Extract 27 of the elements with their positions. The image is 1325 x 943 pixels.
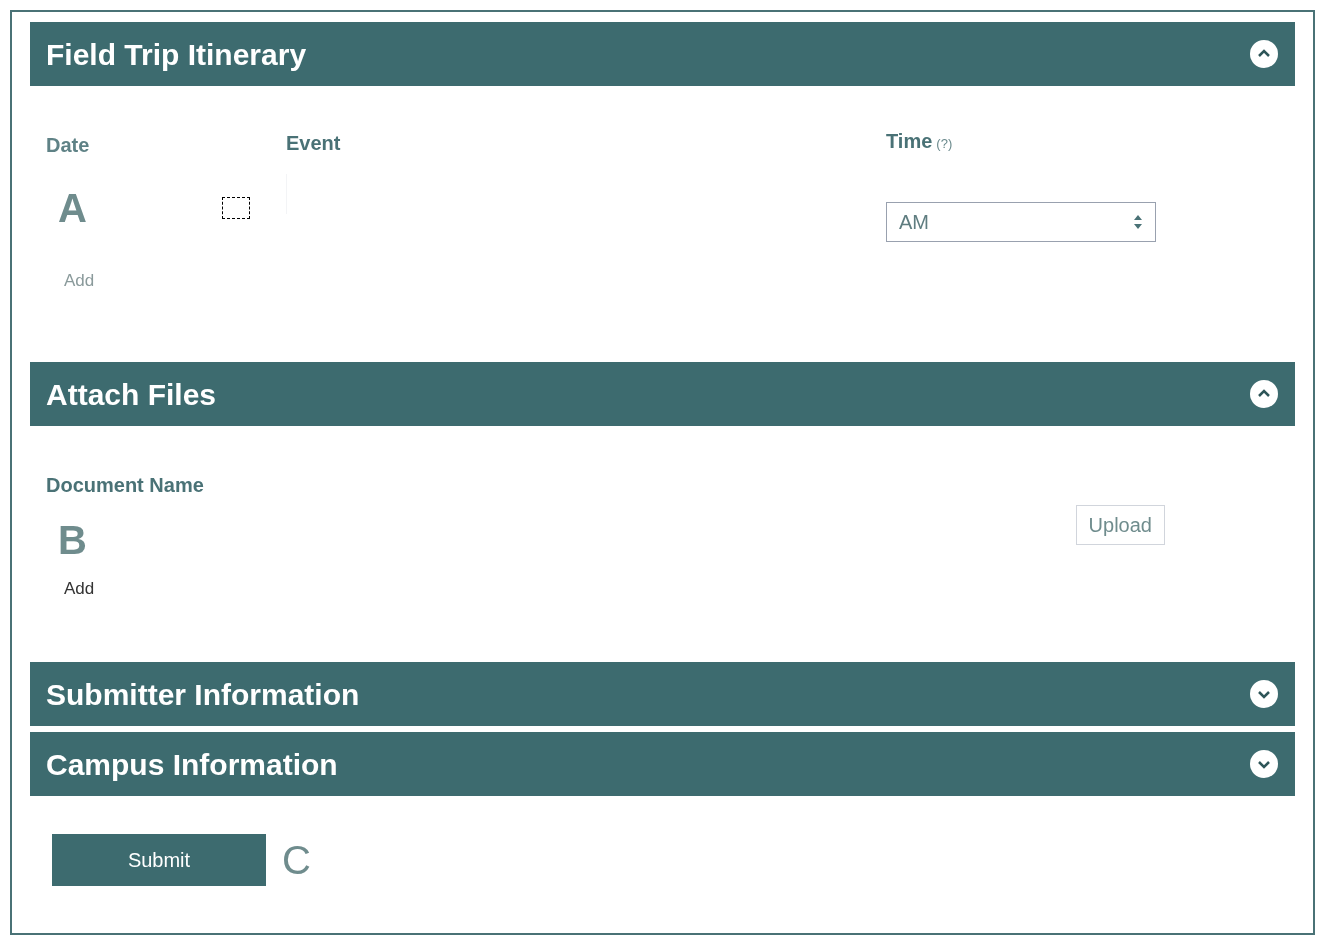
expand-icon[interactable] [1249,679,1279,709]
add-link[interactable]: Add [64,576,95,602]
section-header[interactable]: Attach Files [30,362,1295,426]
section-header[interactable]: Submitter Information [30,662,1295,726]
period-select[interactable]: AM [886,202,1156,242]
section-title: Field Trip Itinerary [46,36,307,73]
submit-button[interactable]: Submit [52,834,266,886]
marker-letter: B [57,517,87,564]
marker-letter: A [57,185,88,232]
column-header: Document Name [46,473,205,498]
section-title: Attach Files [46,376,217,413]
section-title: Submitter Information [46,676,360,713]
section-header[interactable]: Campus Information [30,732,1295,796]
column-header: Date [46,133,91,158]
help-hint[interactable]: (?) [936,134,953,154]
sort-arrows-icon [1133,214,1143,230]
select-value: AM [899,210,929,235]
calendar-button[interactable] [222,197,250,219]
section-title: Campus Information [46,746,338,783]
collapse-icon[interactable] [1249,379,1279,409]
column-header: Event [286,131,342,156]
collapse-icon[interactable] [1249,39,1279,69]
expand-icon[interactable] [1249,749,1279,779]
marker-letter: C [282,837,311,884]
upload-button[interactable]: Upload [1075,505,1165,545]
section-header[interactable]: Field Trip Itinerary [30,22,1295,86]
column-header: Time [886,129,933,154]
